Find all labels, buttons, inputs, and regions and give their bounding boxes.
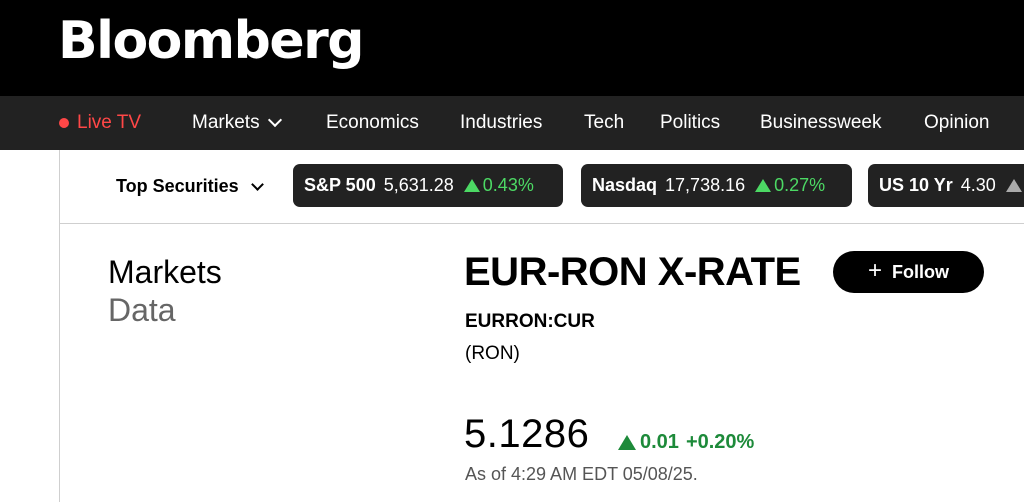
nav-industries-label: Industries xyxy=(460,112,543,133)
live-dot-icon xyxy=(59,118,69,128)
masthead: Bloomberg xyxy=(0,0,1024,96)
quote-change-pct: +0.20% xyxy=(685,431,755,453)
nav-markets[interactable]: Markets xyxy=(192,96,282,150)
content-divider xyxy=(59,224,60,502)
arrow-icon xyxy=(1005,179,1022,192)
ticker-pill-sp500[interactable]: S&P 500 5,631.28 0.43% xyxy=(293,164,563,207)
ticker-name: Nasdaq xyxy=(592,175,658,195)
ticker-name: US 10 Yr xyxy=(879,175,953,195)
quote-title: EUR-RON X-RATE xyxy=(464,250,801,294)
ticker-change: 0.43% xyxy=(463,175,534,196)
ticker-change-value: 0.27% xyxy=(774,175,826,195)
ticker-change xyxy=(1005,179,1024,192)
ticker-value: 4.30 xyxy=(960,175,996,195)
up-arrow-icon xyxy=(463,179,480,192)
up-arrow-icon xyxy=(755,179,772,192)
section-title: Markets Data xyxy=(108,253,222,329)
ticker-value: 5,631.28 xyxy=(383,175,454,195)
nav-businessweek[interactable]: Businessweek xyxy=(760,96,881,150)
nav-opinion-label: Opinion xyxy=(924,112,990,133)
securities-bar: Top Securities S&P 500 5,631.28 0.43% Na… xyxy=(59,150,1024,224)
nav-tech-label: Tech xyxy=(584,112,625,133)
nav-live-tv-label: Live TV xyxy=(77,112,142,133)
ticker-value: 17,738.16 xyxy=(665,175,746,195)
nav-tech[interactable]: Tech xyxy=(584,96,624,150)
ticker-pill-us10yr[interactable]: US 10 Yr 4.30 xyxy=(868,164,1024,207)
ticker-change: 0.27% xyxy=(755,175,825,196)
bloomberg-logo[interactable]: Bloomberg xyxy=(58,8,364,74)
top-securities-dropdown[interactable]: Top Securities xyxy=(116,176,264,197)
quote-change: 0.01 +0.20% xyxy=(618,431,754,454)
top-securities-label: Top Securities xyxy=(116,176,239,196)
section-title-line2: Data xyxy=(108,292,176,328)
quote-change-abs: 0.01 xyxy=(640,431,679,453)
section-title-line1: Markets xyxy=(108,254,222,290)
nav-economics[interactable]: Economics xyxy=(326,96,419,150)
quote-timestamp: As of 4:29 AM EDT 05/08/25. xyxy=(465,464,698,484)
follow-button-label: Follow xyxy=(892,261,949,282)
ticker-name: S&P 500 xyxy=(304,175,376,195)
nav-markets-label: Markets xyxy=(192,112,260,133)
plus-icon: + xyxy=(867,257,882,284)
chevron-down-icon xyxy=(250,177,264,191)
nav-opinion[interactable]: Opinion xyxy=(924,96,990,150)
follow-button[interactable]: + Follow xyxy=(833,251,984,293)
chevron-down-icon xyxy=(267,112,282,128)
nav-economics-label: Economics xyxy=(326,112,419,133)
nav-businessweek-label: Businessweek xyxy=(760,112,882,133)
ticker-change-value: 0.43% xyxy=(482,175,534,195)
nav-politics[interactable]: Politics xyxy=(660,96,720,150)
ticker-code: EURRON:CUR xyxy=(465,311,595,332)
ticker-pill-nasdaq[interactable]: Nasdaq 17,738.16 0.27% xyxy=(581,164,852,207)
nav-industries[interactable]: Industries xyxy=(460,96,542,150)
quote-currency: (RON) xyxy=(465,343,520,364)
quote-price: 5.1286 xyxy=(464,412,590,456)
main-nav: Live TV Markets Economics Industries Tec… xyxy=(0,96,1024,150)
nav-politics-label: Politics xyxy=(660,112,721,133)
up-arrow-icon xyxy=(618,435,636,450)
nav-live-tv[interactable]: Live TV xyxy=(59,96,141,150)
